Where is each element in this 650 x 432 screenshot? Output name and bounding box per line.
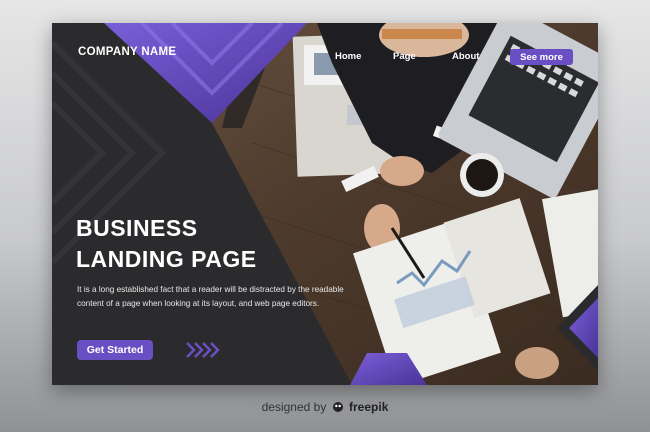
headline-line-1: BUSINESS xyxy=(76,215,198,241)
attribution-footer: designed by freepik xyxy=(0,400,650,416)
freepik-logo-text: freepik xyxy=(349,400,389,414)
hero-description: It is a long established fact that a rea… xyxy=(77,285,344,308)
chevrons-decoration-icon xyxy=(185,341,221,359)
top-navigation: Home Page About See more xyxy=(52,49,598,69)
attribution-prefix: designed by xyxy=(261,400,327,414)
freepik-logo-icon xyxy=(332,401,344,416)
nav-item-page[interactable]: Page xyxy=(393,51,416,62)
see-more-button[interactable]: See more xyxy=(510,49,573,65)
hero-headline: BUSINESS LANDING PAGE xyxy=(76,213,257,275)
nav-item-about[interactable]: About xyxy=(452,51,479,62)
nav-item-home[interactable]: Home xyxy=(335,51,361,62)
landing-page-card: COMPANY NAME Home Page About See more BU… xyxy=(52,23,598,385)
headline-line-2: LANDING PAGE xyxy=(76,246,257,272)
get-started-button[interactable]: Get Started xyxy=(77,340,153,360)
dark-overlay-panel xyxy=(52,23,598,385)
